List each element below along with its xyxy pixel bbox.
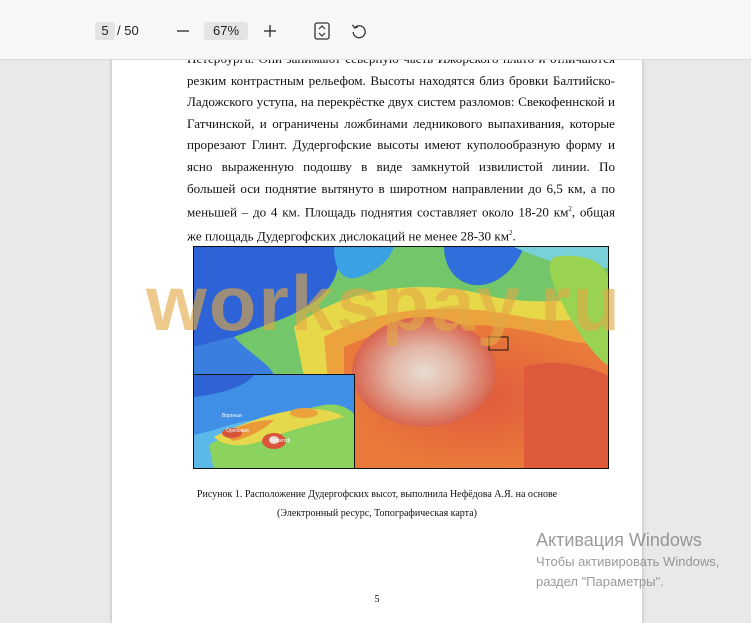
activation-line-2: раздел "Параметры". xyxy=(536,574,664,589)
activation-line-1: Чтобы активировать Windows, xyxy=(536,554,720,569)
plus-icon xyxy=(264,25,276,37)
paragraph-text: Петербурга. Они занимают северную часть … xyxy=(187,51,615,220)
inset-label-orekhovaya: Ореховая xyxy=(226,428,249,434)
caption-line-2: (Электронный ресурс, Топографическая кар… xyxy=(277,508,477,519)
windows-activation-notice: Активация Windows Чтобы активировать Win… xyxy=(536,528,719,592)
figure-caption: Рисунок 1. Расположение Дудергофских выс… xyxy=(172,485,582,523)
rotate-button[interactable] xyxy=(345,17,373,45)
current-page-input[interactable]: 5 xyxy=(95,22,115,40)
page-number: 5 xyxy=(374,594,380,605)
zoom-level-input[interactable]: 67% xyxy=(204,22,248,40)
total-pages-label: / 50 xyxy=(117,23,139,38)
body-paragraph: Петербурга. Они занимают северную часть … xyxy=(187,48,615,247)
fit-page-icon xyxy=(314,22,330,40)
minus-icon xyxy=(177,30,189,32)
inset-label-voronya: Вороньи xyxy=(222,413,242,419)
caption-line-1: Рисунок 1. Расположение Дудергофских выс… xyxy=(196,489,558,500)
inset-map: Вороньи Ореховая Кирхгоф xyxy=(194,374,355,468)
fit-page-button[interactable] xyxy=(308,17,336,45)
pdf-toolbar: 5 / 50 67% xyxy=(0,0,751,60)
zoom-out-button[interactable] xyxy=(169,17,197,45)
inset-map-image xyxy=(194,375,354,468)
zoom-in-button[interactable] xyxy=(256,17,284,45)
inset-label-kirkhgof: Кирхгоф xyxy=(271,438,291,444)
rotate-icon xyxy=(351,24,366,39)
paragraph-text: . xyxy=(512,228,516,244)
activation-title: Активация Windows xyxy=(536,530,702,550)
elevation-map-figure: Вороньи Ореховая Кирхгоф xyxy=(193,246,609,469)
